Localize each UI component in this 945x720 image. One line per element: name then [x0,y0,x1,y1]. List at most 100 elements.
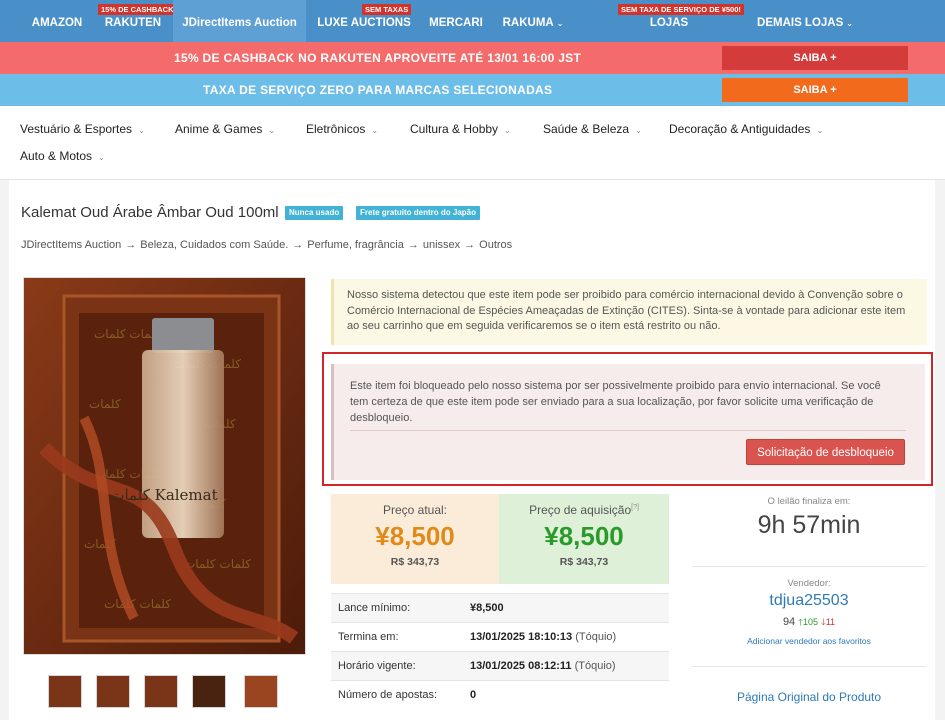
chevron-down-icon: ⌄ [846,19,853,28]
arrow-right-icon: → [292,239,304,251]
help-icon[interactable]: [?] [631,504,639,511]
breadcrumb-item[interactable]: Outros [479,239,512,251]
detail-value-text: ¥8,500 [470,602,504,614]
thumbnail[interactable] [96,675,130,708]
nav-rakuma[interactable]: RAKUMA ⌄ [497,0,569,42]
promo-cashback-button[interactable]: SAIBA + [722,46,908,70]
category-vestuario[interactable]: Vestuário & Esportes ⌄ [20,119,145,139]
add-seller-favorite-link[interactable]: Adicionar vendedor aos favoritos [692,636,926,646]
detail-value: ¥8,500 [470,594,504,622]
breadcrumb: JDirectItems Auction → Beleza, Cuidados co… [21,239,512,251]
perfume-box-illustration: كلمات كلماتكلمات كلمات كلمات كلمات كلمات … [24,278,305,654]
timezone-label: (Tóquio) [574,660,616,672]
cites-warning: Nosso sistema detectou que este item pod… [331,279,927,345]
breadcrumb-item[interactable]: Perfume, fragrância [307,239,404,251]
chevron-down-icon: ⌄ [138,126,145,135]
product-image[interactable]: كلمات كلمات كلمات كلمات كلمات كلمات كلمات … [23,277,306,655]
promo-fees-button[interactable]: SAIBA + [722,78,908,102]
detail-value: 0 [470,681,476,709]
product-title: Kalemat Oud Árabe Âmbar Oud 100ml [21,204,279,221]
request-unblock-button[interactable]: Solicitação de desbloqueio [746,439,905,465]
chevron-down-icon: ⌄ [98,153,105,162]
buyout-price-brl: R$ 343,73 [559,556,609,568]
chevron-down-icon: ⌄ [504,126,511,135]
divider [350,430,906,431]
seller-label: Vendedor: [787,578,831,589]
category-decoracao[interactable]: Decoração & Antiguidades ⌄ [669,119,823,139]
detail-value: 13/01/2025 18:10:13 (Tóquio) [470,623,616,651]
divider [692,666,926,667]
nav-mercari[interactable]: MERCARI [422,0,490,42]
category-cultura[interactable]: Cultura & Hobby ⌄ [410,119,511,139]
seller-name-link[interactable]: tdjua25503 [692,592,926,610]
thumbnail[interactable] [48,675,82,708]
blocked-notice: Este item foi bloqueado pelo nosso siste… [331,364,925,480]
promo-bar-fees-text: TAXA DE SERVIÇO ZERO PARA MARCAS SELECIO… [203,83,553,97]
promo-bar-cashback-text: 15% DE CASHBACK NO RAKUTEN APROVEITE ATÉ… [174,51,582,65]
current-price-value: ¥8,500 [375,521,455,551]
breadcrumb-item[interactable]: Beleza, Cuidados com Saúde. [140,239,288,251]
thumbnail[interactable] [144,675,178,708]
svg-text:كلمات كلمات: كلمات كلمات [104,597,171,611]
nav-jdirect-label: JDirectItems Auction [182,17,297,29]
nav-rakuma-label: RAKUMA [502,17,554,29]
breadcrumb-item[interactable]: JDirectItems Auction [21,239,121,251]
nav-luxe-label: LUXE AUCTIONS [317,17,411,29]
detail-label: Número de apostas: [338,689,438,701]
nav-demais-lojas[interactable]: DEMAIS LOJAS ⌄ [757,0,853,42]
category-label: Vestuário & Esportes [20,122,133,136]
auction-ends-label: O leilão finaliza em: [767,496,851,507]
tag-condition: Nunca usado [285,206,344,220]
arrow-right-icon: → [407,239,419,251]
chevron-down-icon: ⌄ [371,126,379,135]
buyout-price-box: Preço de aquisição[?] ¥8,500 R$ 343,73 [499,494,669,584]
tag-shipping: Frete gratuito dentro do Japão [356,206,481,220]
timezone-label: (Tóquio) [575,631,617,643]
category-label: Saúde & Beleza [543,122,630,136]
current-price-box: Preço atual: ¥8,500 R$ 343,73 [331,494,499,584]
thumbnail[interactable] [192,675,226,708]
detail-value-text: 13/01/2025 08:12:11 [470,660,572,672]
bottle-label: كلمات Kalemat [110,486,217,504]
top-navigation: AMAZON RAKUTEN 15% DE CASHBACK! JDirectI… [0,0,945,75]
detail-value: 13/01/2025 08:12:11 (Tóquio) [470,652,616,680]
category-auto[interactable]: Auto & Motos ⌄ [20,146,105,166]
category-label: Cultura & Hobby [410,122,499,136]
arrow-right-icon: → [125,239,137,251]
category-menu: Vestuário & Esportes ⌄ Anime & Games ⌄ Ele… [0,106,945,180]
seller-positive-count: 105 [802,617,818,627]
detail-row-current-time: Horário vigente: 13/01/2025 08:12:11 (Tó… [331,651,669,680]
nav-mercari-label: MERCARI [429,17,483,29]
original-product-link[interactable]: Página Original do Produto [692,690,926,704]
category-label: Eletrônicos [306,122,366,136]
breadcrumb-item[interactable]: unissex [423,239,460,251]
buyout-price-value: ¥8,500 [544,521,624,551]
category-label: Anime & Games [175,122,263,136]
chevron-down-icon: ⌄ [556,19,564,28]
nav-jdirect-auction[interactable]: JDirectItems Auction [173,0,306,42]
svg-text:كلمات: كلمات [89,397,121,411]
arrow-right-icon: → [464,239,476,251]
nav-amazon[interactable]: AMAZON [20,0,94,42]
promo-bar-fees: TAXA DE SERVIÇO ZERO PARA MARCAS SELECIO… [0,74,945,106]
svg-text:كلمات كلمات: كلمات كلمات [184,557,251,571]
detail-row-ends: Termina em: 13/01/2025 18:10:13 (Tóquio) [331,622,669,651]
category-saude[interactable]: Saúde & Beleza ⌄ [543,119,642,139]
seller-rating-total: 94 [782,616,796,628]
chevron-down-icon: ⌄ [635,126,642,135]
detail-row-bids: Número de apostas: 0 [331,680,669,709]
category-anime[interactable]: Anime & Games ⌄ [175,119,275,139]
detail-label: Lance mínimo: [338,602,411,614]
thumbnail[interactable] [244,675,278,708]
category-eletronicos[interactable]: Eletrônicos ⌄ [306,119,378,139]
category-label: Auto & Motos [20,149,93,163]
blocked-notice-text: Este item foi bloqueado pelo nosso siste… [350,380,881,424]
nav-demais-label: DEMAIS LOJAS [757,17,844,29]
detail-value-text: 0 [470,689,477,701]
chevron-down-icon: ⌄ [816,126,824,135]
category-label: Decoração & Antiguidades [669,122,811,136]
nav-luxe-badge: SEM TAXAS [362,4,412,15]
auction-time-left: 9h 57min [757,511,861,539]
buyout-price-label-wrap: Preço de aquisição[?] [499,503,669,517]
seller-negative-count: 11 [825,617,836,627]
